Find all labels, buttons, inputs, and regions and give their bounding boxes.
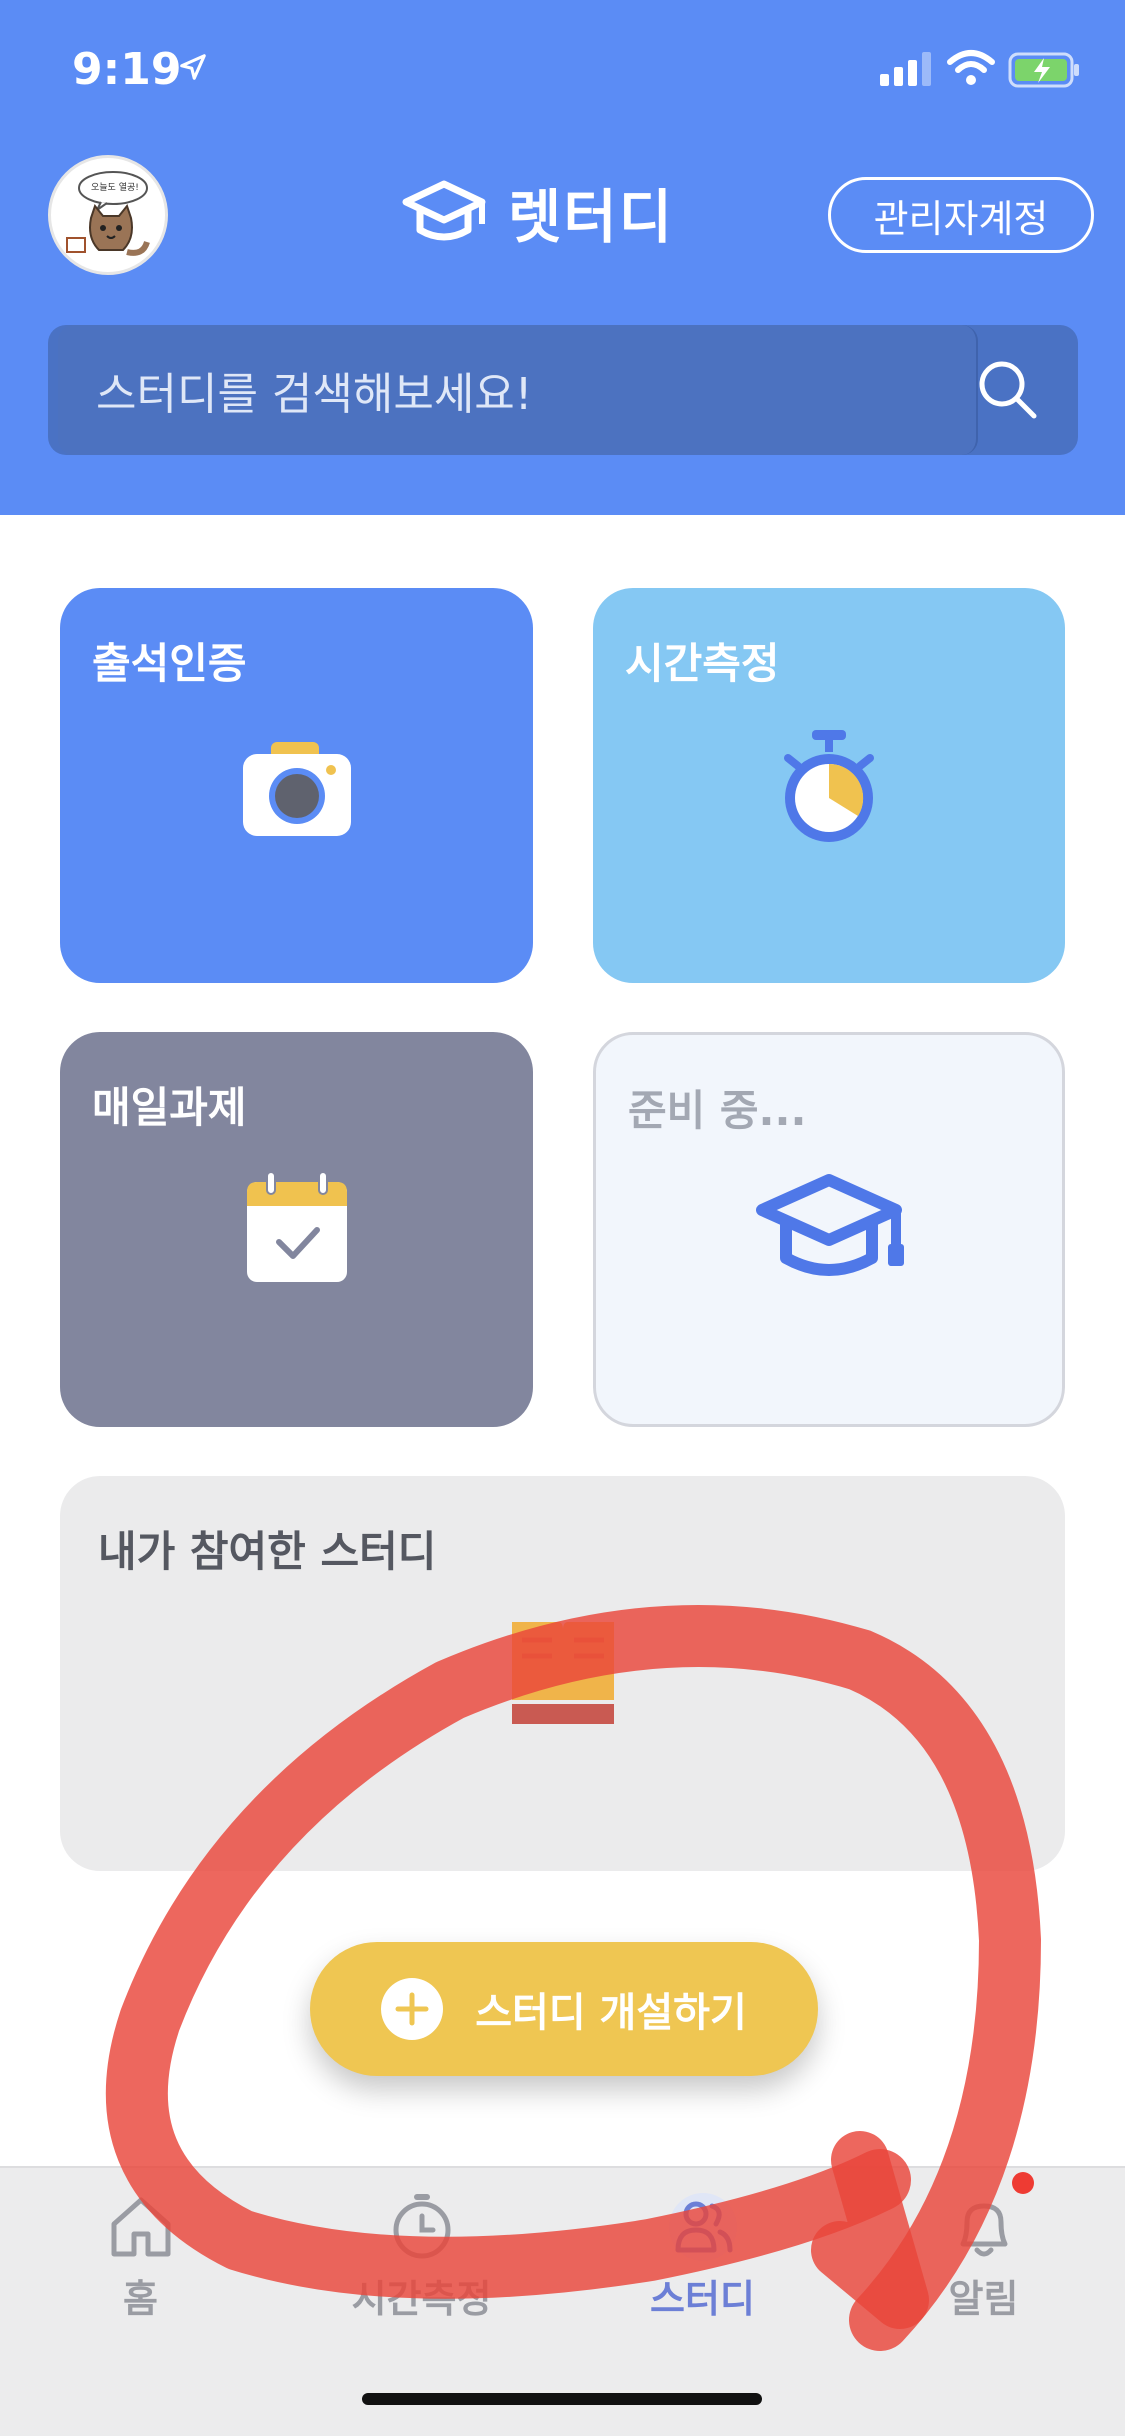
card-title: 매일과제 bbox=[92, 1083, 247, 1132]
app-header: 9:19 오늘도 열공! 렛터디 관리자계정 스터디를 검색해보세요! bbox=[0, 0, 1125, 515]
bell-icon bbox=[960, 2203, 1007, 2257]
time-measure-card[interactable]: 시간측정 bbox=[593, 588, 1065, 983]
tab-study[interactable]: 스터디 bbox=[562, 2168, 843, 2328]
daily-task-card[interactable]: 매일과제 bbox=[60, 1032, 533, 1427]
camera-icon bbox=[242, 742, 351, 836]
tab-label: 알림 bbox=[948, 2277, 1019, 2321]
cat-avatar-image bbox=[66, 171, 150, 256]
home-icon bbox=[111, 2197, 170, 2257]
coming-soon-card: 준비 중... bbox=[593, 1032, 1065, 1427]
search-input[interactable]: 스터디를 검색해보세요! bbox=[58, 325, 978, 455]
search-icon bbox=[979, 361, 1037, 419]
attendance-card[interactable]: 출석인증 bbox=[60, 588, 533, 983]
admin-account-button[interactable]: 관리자계정 bbox=[828, 177, 1094, 253]
tab-time-measure[interactable]: 시간측정 bbox=[281, 2168, 562, 2328]
tab-notifications[interactable]: 알림 bbox=[843, 2168, 1124, 2328]
app-logo: 렛터디 bbox=[398, 172, 674, 252]
app-title: 렛터디 bbox=[508, 183, 675, 251]
card-title: 시간측정 bbox=[625, 639, 780, 688]
plus-icon bbox=[381, 1978, 444, 2040]
create-study-button[interactable]: 스터디 개설하기 bbox=[310, 1942, 818, 2076]
stopwatch-icon bbox=[784, 730, 874, 842]
search-placeholder: 스터디를 검색해보세요! bbox=[96, 369, 533, 420]
card-title: 출석인증 bbox=[92, 639, 247, 688]
avatar-speech-text: 오늘도 열공! bbox=[91, 183, 139, 193]
clock-icon bbox=[393, 2194, 450, 2259]
wifi-icon bbox=[947, 50, 995, 85]
notification-badge bbox=[1012, 2172, 1034, 2194]
cellular-signal-icon bbox=[880, 52, 931, 86]
location-arrow-icon bbox=[180, 54, 206, 80]
battery-charging-icon bbox=[1008, 52, 1079, 88]
users-icon bbox=[668, 2193, 737, 2261]
home-indicator bbox=[362, 2393, 762, 2405]
profile-avatar[interactable]: 오늘도 열공! bbox=[48, 155, 168, 275]
status-time: 9:19 bbox=[72, 44, 182, 95]
my-studies-card[interactable]: 내가 참여한 스터디 bbox=[60, 1476, 1065, 1871]
calendar-check-icon bbox=[246, 1172, 347, 1282]
tab-label: 스터디 bbox=[650, 2277, 755, 2321]
search-bar: 스터디를 검색해보세요! bbox=[48, 325, 1078, 455]
create-study-label: 스터디 개설하기 bbox=[475, 1990, 747, 2036]
tab-label: 시간측정 bbox=[351, 2277, 492, 2321]
book-icon bbox=[511, 1622, 614, 1724]
graduation-cap-icon bbox=[756, 1174, 904, 1276]
tab-home[interactable]: 홈 bbox=[0, 2168, 281, 2328]
graduation-cap-logo-icon bbox=[402, 180, 486, 241]
status-bar: 9:19 bbox=[0, 38, 1125, 108]
search-button[interactable] bbox=[938, 325, 1078, 455]
tab-label: 홈 bbox=[123, 2277, 158, 2321]
card-title: 준비 중... bbox=[628, 1086, 807, 1135]
card-title: 내가 참여한 스터디 bbox=[98, 1527, 437, 1576]
